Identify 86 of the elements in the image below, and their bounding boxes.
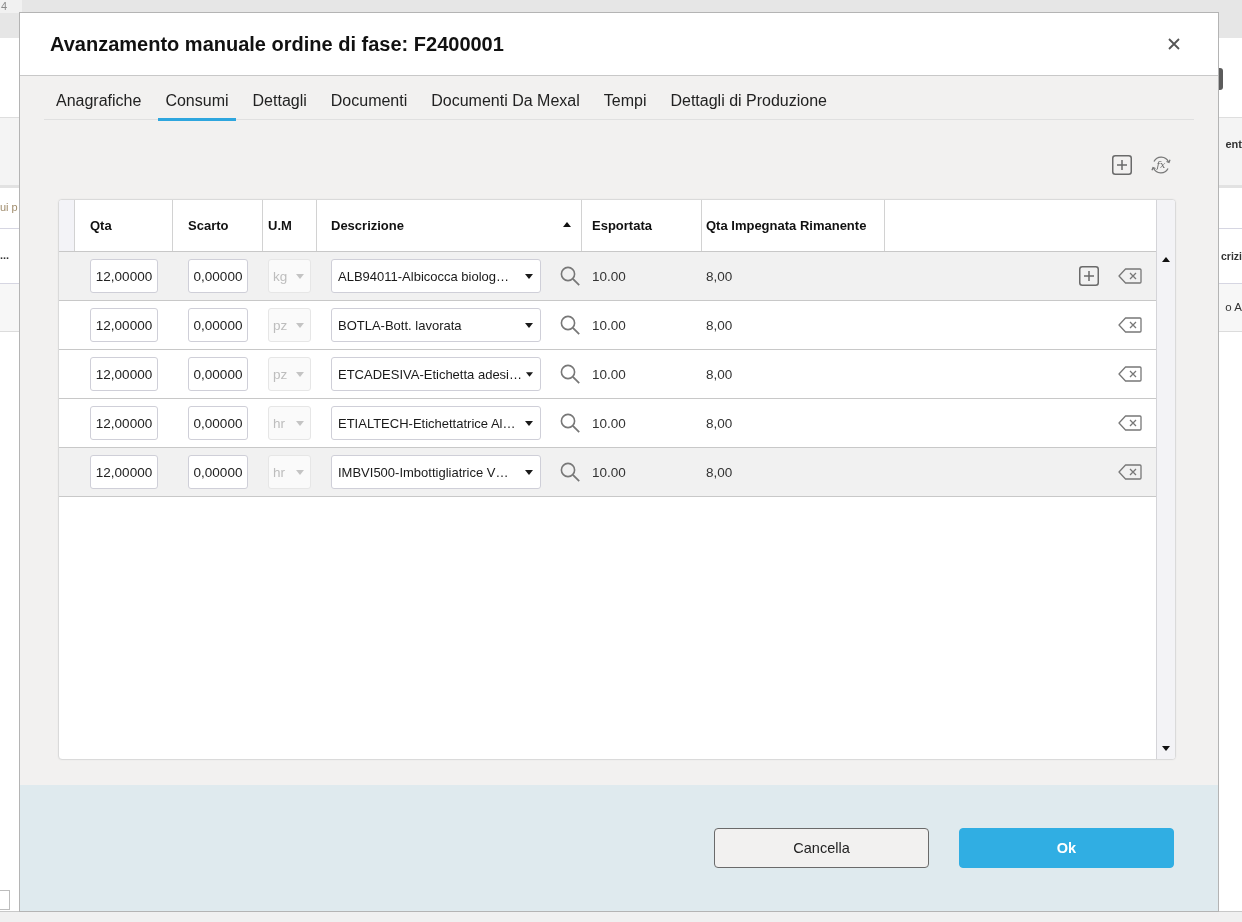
table-cell: 8,00 bbox=[706, 415, 733, 431]
unit-select: hr bbox=[268, 406, 311, 440]
add-icon[interactable] bbox=[1079, 266, 1099, 286]
tab[interactable]: Dettagli di Produzione bbox=[663, 83, 834, 121]
caret-icon bbox=[525, 273, 533, 279]
table-cell: 10.00 bbox=[592, 268, 626, 284]
caret-icon bbox=[525, 469, 533, 475]
scroll-up-icon[interactable] bbox=[1162, 257, 1170, 262]
column-header[interactable]: Descrizione bbox=[317, 200, 582, 251]
scrap-field[interactable]: 0,00000 bbox=[188, 406, 248, 440]
table-cell: 8,00 bbox=[706, 268, 733, 284]
delete-icon[interactable] bbox=[1118, 464, 1142, 480]
delete-icon[interactable] bbox=[1118, 366, 1142, 382]
tab[interactable]: Documenti Da Mexal bbox=[424, 83, 587, 121]
unit-select: pz bbox=[268, 357, 311, 391]
caret-icon bbox=[296, 371, 304, 377]
caret-icon bbox=[296, 420, 304, 426]
description-select[interactable]: ETCADESIVA-Etichetta adesi… bbox=[331, 357, 541, 391]
tab[interactable]: Documenti bbox=[323, 83, 415, 121]
description-select[interactable]: ALB94011-Albicocca biolog… bbox=[331, 259, 541, 293]
tab[interactable]: Tempi bbox=[596, 83, 654, 121]
tab[interactable]: Anagrafiche bbox=[49, 83, 149, 121]
quantity-field[interactable]: 12,00000 bbox=[90, 357, 158, 391]
table-cell: 10.00 bbox=[592, 366, 626, 382]
table-row[interactable]: 12,00000 0,00000 hr IMBVI500-Imbottigliatrice V… 10.00 8,00 bbox=[59, 448, 1156, 497]
column-header-fragment: ... bbox=[0, 249, 10, 263]
table-row[interactable]: 12,00000 0,00000 pz ETCADESIVA-Etichetta adesi… 10.00 8,00 bbox=[59, 350, 1156, 399]
caret-icon bbox=[296, 273, 304, 279]
caret-icon bbox=[525, 420, 533, 426]
unit-select: hr bbox=[268, 455, 311, 489]
cancel-button[interactable]: Cancella bbox=[714, 828, 929, 868]
scrap-field[interactable]: 0,00000 bbox=[188, 259, 248, 293]
circular-arrows-icon bbox=[1150, 154, 1172, 176]
search-icon[interactable] bbox=[560, 364, 580, 384]
tab[interactable]: Consumi bbox=[158, 83, 236, 121]
column-header[interactable]: U.M bbox=[263, 200, 317, 251]
search-icon[interactable] bbox=[560, 413, 580, 433]
tab-number-cell: 4 bbox=[0, 0, 22, 13]
quantity-field[interactable]: 12,00000 bbox=[90, 308, 158, 342]
scrap-field[interactable]: 0,00000 bbox=[188, 455, 248, 489]
caret-icon bbox=[525, 322, 533, 328]
control-edge bbox=[1219, 68, 1223, 90]
quantity-field[interactable]: 12,00000 bbox=[90, 259, 158, 293]
recalculate-button[interactable]: fx bbox=[1150, 154, 1172, 176]
input-field[interactable] bbox=[0, 890, 10, 910]
table-cell: 10.00 bbox=[592, 415, 626, 431]
dialog-title: Avanzamento manuale ordine di fase: F2400001 bbox=[50, 32, 504, 56]
delete-icon[interactable] bbox=[1118, 415, 1142, 431]
unit-select: kg bbox=[268, 259, 311, 293]
add-icon[interactable] bbox=[1112, 155, 1132, 175]
table-row[interactable]: 12,00000 0,00000 kg ALB94011-Albicocca biolog… 10.00 8,00 bbox=[59, 252, 1156, 301]
caret-icon bbox=[526, 371, 533, 377]
column-header[interactable]: Qta bbox=[75, 200, 173, 251]
scrap-field[interactable]: 0,00000 bbox=[188, 308, 248, 342]
quantity-field[interactable]: 12,00000 bbox=[90, 455, 158, 489]
caret-icon bbox=[296, 469, 304, 475]
delete-icon[interactable] bbox=[1118, 317, 1142, 333]
column-header[interactable]: Scarto bbox=[173, 200, 263, 251]
scroll-down-icon[interactable] bbox=[1162, 746, 1170, 751]
column-header[interactable]: Qta Impegnata Rimanente bbox=[702, 200, 885, 251]
tab[interactable]: Dettagli bbox=[245, 83, 314, 121]
unit-select: pz bbox=[268, 308, 311, 342]
search-icon[interactable] bbox=[560, 266, 580, 286]
quantity-field[interactable]: 12,00000 bbox=[90, 406, 158, 440]
delete-icon[interactable] bbox=[1118, 268, 1142, 284]
column-header-fragment: crizi bbox=[1221, 249, 1242, 263]
table-cell-fragment: o A bbox=[1225, 300, 1242, 315]
table-cell: 8,00 bbox=[706, 366, 733, 382]
table-cell: 10.00 bbox=[592, 464, 626, 480]
scrollbar[interactable] bbox=[1156, 200, 1175, 759]
caret-icon bbox=[296, 322, 304, 328]
description-select[interactable]: IMBVI500-Imbottigliatrice V… bbox=[331, 455, 541, 489]
column-header[interactable]: Esportata bbox=[582, 200, 702, 251]
search-icon[interactable] bbox=[560, 315, 580, 335]
section-heading-fragment: ent bbox=[1225, 137, 1242, 152]
table-row[interactable]: 12,00000 0,00000 hr ETIALTECH-Etichettatrice Al… 10.00 8,00 bbox=[59, 399, 1156, 448]
close-icon[interactable] bbox=[1168, 38, 1180, 50]
scrap-field[interactable]: 0,00000 bbox=[188, 357, 248, 391]
table-cell: 8,00 bbox=[706, 317, 733, 333]
description-select[interactable]: BOTLA-Bott. lavorata bbox=[331, 308, 541, 342]
table-row[interactable]: 12,00000 0,00000 pz BOTLA-Bott. lavorata 10.00 8,00 bbox=[59, 301, 1156, 350]
description-select[interactable]: ETIALTECH-Etichettatrice Al… bbox=[331, 406, 541, 440]
table-cell: 8,00 bbox=[706, 464, 733, 480]
search-icon[interactable] bbox=[560, 462, 580, 482]
placeholder-fragment: ui p bbox=[0, 201, 18, 215]
table-cell: 10.00 bbox=[592, 317, 626, 333]
